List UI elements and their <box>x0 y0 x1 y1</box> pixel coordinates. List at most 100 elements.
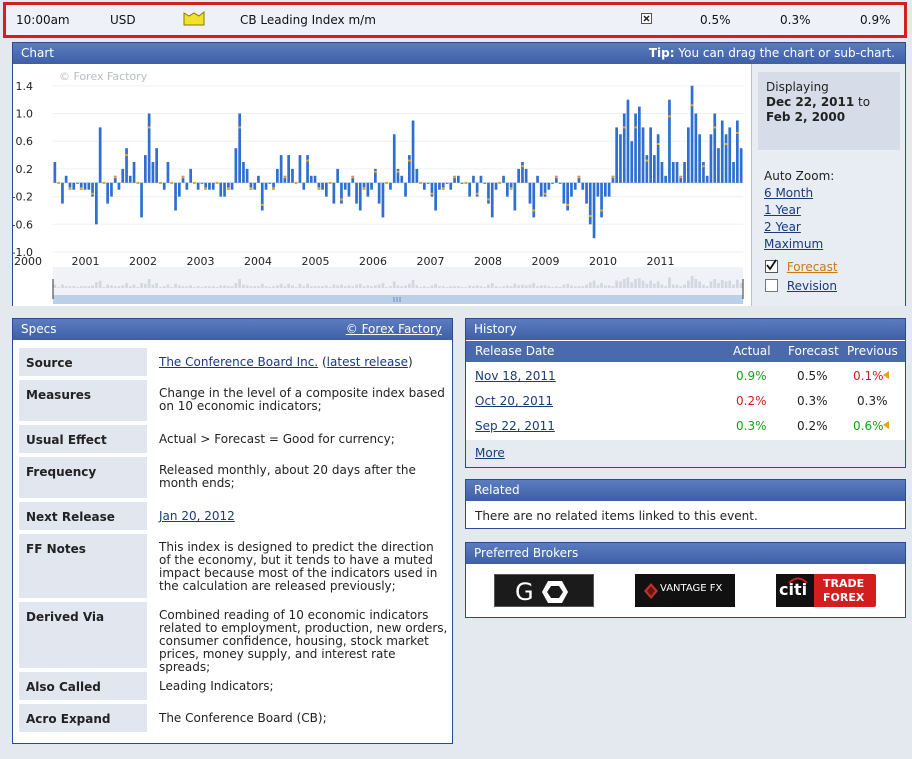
chart-bar <box>404 182 407 197</box>
next-release-link[interactable]: Jan 20, 2012 <box>159 509 235 523</box>
navigator-bar <box>566 283 569 288</box>
navigator-bar <box>577 286 581 288</box>
spec-value: Actual > Forecast = Good for currency; <box>159 432 395 446</box>
chart-bar <box>626 99 630 183</box>
forecast-mark <box>588 215 592 217</box>
chart-bar <box>604 182 607 197</box>
spec-value: The Conference Board (CB); <box>159 711 327 725</box>
forecast-mark <box>396 170 400 173</box>
chart-bar <box>445 182 449 184</box>
history-forecast: 0.2% <box>797 419 828 433</box>
forecast-mark <box>736 131 739 134</box>
navigator-bar <box>132 284 136 288</box>
history-date-link[interactable]: Sep 22, 2011 <box>475 419 555 433</box>
zoom-maximum-link[interactable]: Maximum <box>764 237 823 251</box>
history-row: Nov 18, 2011 0.9% 0.5% 0.1% <box>466 362 905 387</box>
broker-logo-vantage[interactable]: VANTAGE FX <box>635 574 735 607</box>
citi-arc-icon <box>788 577 808 584</box>
history-previous: 0.6% <box>853 419 884 433</box>
navigator-bar <box>479 286 483 288</box>
revision-checkbox[interactable] <box>765 279 778 292</box>
forecast-toggle[interactable]: Forecast <box>765 259 838 274</box>
event-row[interactable]: 10:00am USD CB Leading Index m/m 0.5% 0.… <box>3 2 907 38</box>
forecast-link[interactable]: Forecast <box>787 260 838 274</box>
history-column-header: Release Date Actual Forecast Previous <box>466 341 905 362</box>
navigator-bar <box>95 282 98 288</box>
history-row: Sep 22, 2011 0.3% 0.2% 0.6% <box>466 412 905 437</box>
latest-release-link[interactable]: latest release <box>327 355 408 369</box>
more-link[interactable]: More <box>475 446 505 460</box>
history-date-link[interactable]: Oct 20, 2011 <box>475 394 553 408</box>
chart-bar <box>132 162 136 183</box>
chart-tip: Tip: You can drag the chart or sub-chart… <box>648 46 895 60</box>
chart-bar <box>585 182 588 204</box>
spec-key: Next Release <box>19 502 147 532</box>
forecast-mark <box>249 187 253 190</box>
subchart-scrollbar[interactable] <box>53 295 743 304</box>
chart-bar <box>524 168 528 183</box>
forecast-mark <box>622 126 626 129</box>
navigator-bar <box>690 275 694 288</box>
spec-key: FF Notes <box>19 534 147 600</box>
navigator-bar <box>668 277 671 288</box>
navigator-bar <box>283 286 287 288</box>
revision-toggle[interactable]: Revision <box>765 279 837 293</box>
broker-logo-go[interactable]: G <box>494 574 594 607</box>
specs-panel: Specs © Forex Factory Source The Confere… <box>12 318 453 744</box>
zoom-1-year-link[interactable]: 1 Year <box>764 203 801 217</box>
forecast-mark <box>475 192 479 195</box>
navigator-bar <box>423 286 426 288</box>
zoom-6-month-link[interactable]: 6 Month <box>764 186 813 200</box>
history-date-link[interactable]: Nov 18, 2011 <box>475 369 556 383</box>
chart-bar <box>343 182 347 190</box>
chart-bar <box>641 127 645 183</box>
forecast-mark <box>566 203 569 206</box>
history-actual: 0.3% <box>736 419 767 433</box>
chart-bar <box>200 182 204 184</box>
forecast-mark <box>430 192 434 195</box>
navigator-bar <box>287 283 290 288</box>
chart-bar <box>128 175 132 183</box>
chart-bar <box>630 141 634 183</box>
navigator-bar <box>404 285 407 288</box>
navigator-bar <box>249 286 253 288</box>
chart-bar <box>739 148 743 183</box>
navigator-bar <box>144 283 147 288</box>
chart-bar <box>566 182 569 211</box>
y-tick-label: -0.6 <box>13 218 33 231</box>
forecast-mark <box>487 198 490 201</box>
navigator-bar <box>200 287 204 288</box>
navigator-bar <box>211 286 215 288</box>
close-detail-icon[interactable] <box>641 13 652 27</box>
navigator-bar <box>204 286 207 288</box>
chart-bar <box>438 182 441 190</box>
navigator-bar <box>415 285 419 288</box>
broker-logo-citi[interactable]: citi TRADE FOREX <box>776 574 876 607</box>
chart-bar <box>728 127 732 183</box>
zoom-2-year-link[interactable]: 2 Year <box>764 220 801 234</box>
navigator-bar <box>679 286 683 288</box>
forecast-checkbox[interactable] <box>765 259 778 273</box>
chart-area[interactable]: 1.4 1.0 0.6 0.2 -0.2 -0.6 -1.0 2000 2001 2002 200… <box>12 64 751 306</box>
chart-bar <box>121 168 125 183</box>
chart-bar <box>460 182 464 184</box>
chart-bar <box>570 182 573 197</box>
navigator-bar <box>543 285 547 288</box>
revision-link[interactable]: Revision <box>787 279 837 293</box>
chart-bar <box>185 182 189 190</box>
chart-svg[interactable]: 1.41.00.60.2-0.2-0.6-1.0 2000 2001 2002 200… <box>12 64 751 306</box>
navigator-bar <box>509 286 513 288</box>
navigator-bar <box>539 285 543 288</box>
col-release-date: Release Date <box>475 344 555 358</box>
navigator-bar <box>460 287 464 288</box>
copyright-link[interactable]: © Forex Factory <box>346 322 442 336</box>
history-table: Nov 18, 2011 0.9% 0.5% 0.1% Oct 20, 2011… <box>466 362 905 437</box>
navigator-bar <box>238 279 241 288</box>
chart-bar <box>426 182 430 184</box>
source-link[interactable]: The Conference Board Inc. <box>159 355 318 369</box>
forecast-mark <box>136 181 140 184</box>
impact-folder-icon <box>183 10 205 29</box>
navigator-bar <box>264 286 268 288</box>
navigator-bar <box>355 284 358 288</box>
history-forecast: 0.5% <box>797 369 828 383</box>
